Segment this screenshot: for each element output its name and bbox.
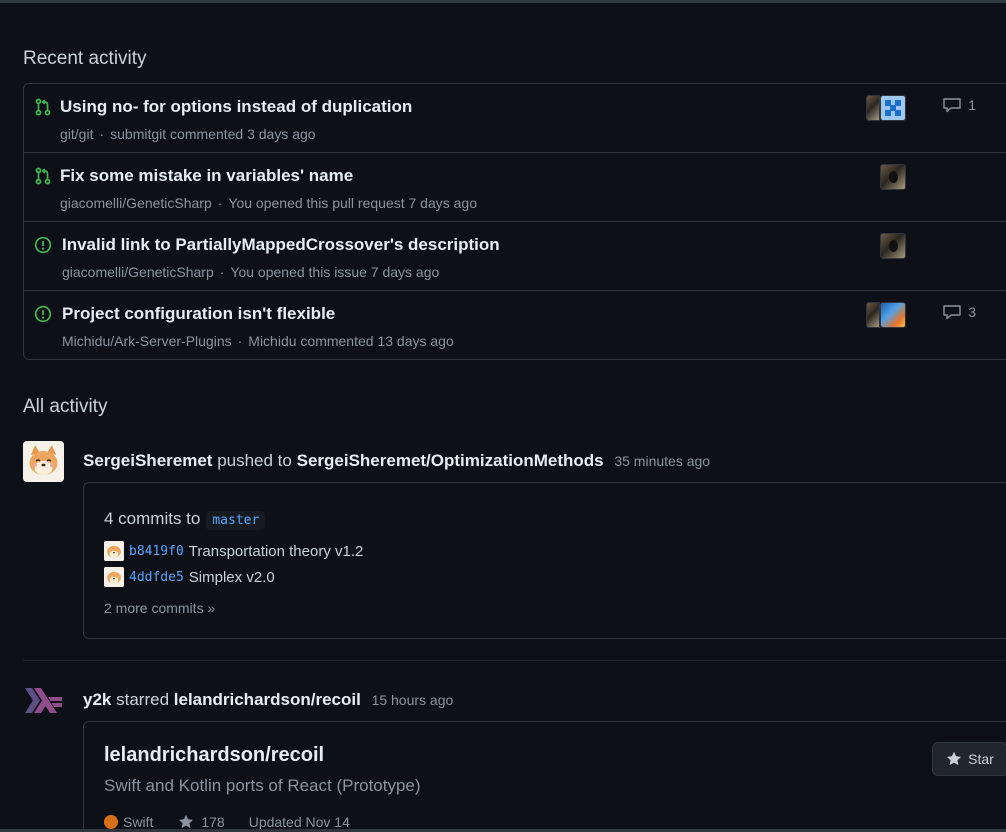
branch-label[interactable]: master xyxy=(206,511,266,530)
event-time[interactable]: 15 hours ago xyxy=(372,692,454,708)
avatar[interactable] xyxy=(880,95,906,121)
recent-item-repo[interactable]: giacomelli/GeneticSharp xyxy=(60,195,212,211)
commit-sha-link[interactable]: 4ddfde5 xyxy=(129,570,184,585)
comment-count-value: 3 xyxy=(968,304,976,320)
recent-activity-heading: Recent activity xyxy=(23,48,147,69)
pull-request-icon xyxy=(35,167,51,185)
commits-heading: 4 commits to master xyxy=(104,509,266,530)
avatar[interactable] xyxy=(880,302,906,328)
recent-item-meta: git/git · submitgit commented 3 days ago xyxy=(60,126,316,142)
avatar[interactable] xyxy=(104,541,124,561)
commit-message: Transportation theory v1.2 xyxy=(188,542,364,560)
repo-card-description: Swift and Kotlin ports of React (Prototy… xyxy=(104,776,421,795)
language-color-dot xyxy=(104,815,118,829)
recent-item[interactable]: Using no- for options instead of duplica… xyxy=(24,84,1006,153)
recent-item-meta: giacomelli/GeneticSharp · You opened this … xyxy=(60,195,477,211)
recent-item[interactable]: Project configuration isn't flexible Mic… xyxy=(24,291,1006,360)
recent-item-title[interactable]: Project configuration isn't flexible xyxy=(62,304,335,324)
recent-item[interactable]: Invalid link to PartiallyMappedCrossover… xyxy=(24,222,1006,291)
recent-item-detail: Michidu commented 13 days ago xyxy=(248,333,454,349)
participant-avatars xyxy=(866,302,906,328)
more-commits-link[interactable]: 2 more commits » xyxy=(104,600,215,616)
avatar[interactable] xyxy=(880,233,906,259)
commit-sha-link[interactable]: b8419f0 xyxy=(129,544,184,559)
recent-item-detail: submitgit commented 3 days ago xyxy=(110,126,316,142)
pull-request-icon xyxy=(35,98,51,116)
event-divider xyxy=(23,660,1006,661)
recent-item-repo[interactable]: git/git xyxy=(60,126,93,142)
star-event: y2k starred lelandrichardson/recoil 15 h… xyxy=(23,680,1006,832)
recent-item-repo[interactable]: Michidu/Ark-Server-Plugins xyxy=(62,333,232,349)
commit-row: b8419f0 Transportation theory v1.2 xyxy=(104,541,363,561)
repo-link[interactable]: SergeiSheremet/OptimizationMethods xyxy=(297,451,604,470)
avatar[interactable] xyxy=(866,95,880,121)
avatar[interactable] xyxy=(866,302,880,328)
event-verb: pushed to xyxy=(217,451,292,470)
comment-count[interactable]: 3 xyxy=(942,304,976,320)
push-event-headline: SergeiSheremet pushed to SergeiSheremet/… xyxy=(83,451,710,471)
issue-open-icon xyxy=(34,305,52,323)
recent-item-detail: You opened this pull request 7 days ago xyxy=(228,195,477,211)
avatar[interactable] xyxy=(23,441,64,482)
repo-language: Swift xyxy=(123,814,154,830)
star-button-label: Star xyxy=(968,751,994,767)
comment-count[interactable]: 1 xyxy=(942,97,976,113)
repo-updated: Updated Nov 14 xyxy=(248,814,350,830)
repo-card: lelandrichardson/recoil Swift and Kotlin… xyxy=(83,721,1006,832)
star-icon xyxy=(179,814,194,829)
participant-avatars xyxy=(880,233,906,259)
recent-item-repo[interactable]: giacomelli/GeneticSharp xyxy=(62,264,214,280)
comment-icon xyxy=(943,305,961,320)
comment-icon xyxy=(943,98,961,113)
commits-count-label: 4 commits to xyxy=(104,509,201,528)
comment-count-value: 1 xyxy=(968,97,976,113)
star-event-headline: y2k starred lelandrichardson/recoil 15 h… xyxy=(83,690,453,710)
commit-message: Simplex v2.0 xyxy=(188,568,275,586)
repo-card-meta: Swift 178 Updated Nov 14 xyxy=(104,814,350,830)
recent-item-detail: You opened this issue 7 days ago xyxy=(230,264,440,280)
participant-avatars xyxy=(880,164,906,190)
star-button[interactable]: Star xyxy=(932,742,1006,776)
issue-open-icon xyxy=(34,236,52,254)
shiba-avatar-image xyxy=(104,567,124,587)
event-verb: starred xyxy=(116,690,170,709)
all-activity-heading: All activity xyxy=(23,396,108,417)
repo-link[interactable]: lelandrichardson/recoil xyxy=(174,690,361,709)
star-icon xyxy=(947,751,962,766)
top-border xyxy=(0,0,1006,3)
recent-item-title[interactable]: Fix some mistake in variables' name xyxy=(60,166,353,186)
commit-row: 4ddfde5 Simplex v2.0 xyxy=(104,567,275,587)
actor-link[interactable]: SergeiSheremet xyxy=(83,451,212,470)
recent-item-title[interactable]: Invalid link to PartiallyMappedCrossover… xyxy=(62,235,500,255)
avatar[interactable] xyxy=(880,164,906,190)
recent-item-meta: Michidu/Ark-Server-Plugins · Michidu comme… xyxy=(62,333,454,349)
shiba-avatar-image xyxy=(104,541,124,561)
recent-item[interactable]: Fix some mistake in variables' name giac… xyxy=(24,153,1006,222)
shiba-avatar-image xyxy=(23,441,64,482)
commits-card: 4 commits to master b8419f0 Transportatio… xyxy=(83,482,1006,639)
recent-item-meta: giacomelli/GeneticSharp · You opened this … xyxy=(62,264,440,280)
recent-item-title[interactable]: Using no- for options instead of duplica… xyxy=(60,97,412,117)
avatar[interactable] xyxy=(104,567,124,587)
repo-card-name[interactable]: lelandrichardson/recoil xyxy=(104,744,324,767)
push-event: SergeiSheremet pushed to SergeiSheremet/… xyxy=(23,441,1006,641)
event-time[interactable]: 35 minutes ago xyxy=(614,453,710,469)
repo-star-count[interactable]: 178 xyxy=(201,814,224,830)
haskell-avatar[interactable] xyxy=(23,680,64,721)
actor-link[interactable]: y2k xyxy=(83,690,111,709)
recent-activity-list: Using no- for options instead of duplica… xyxy=(23,83,1006,360)
participant-avatars xyxy=(866,95,906,121)
